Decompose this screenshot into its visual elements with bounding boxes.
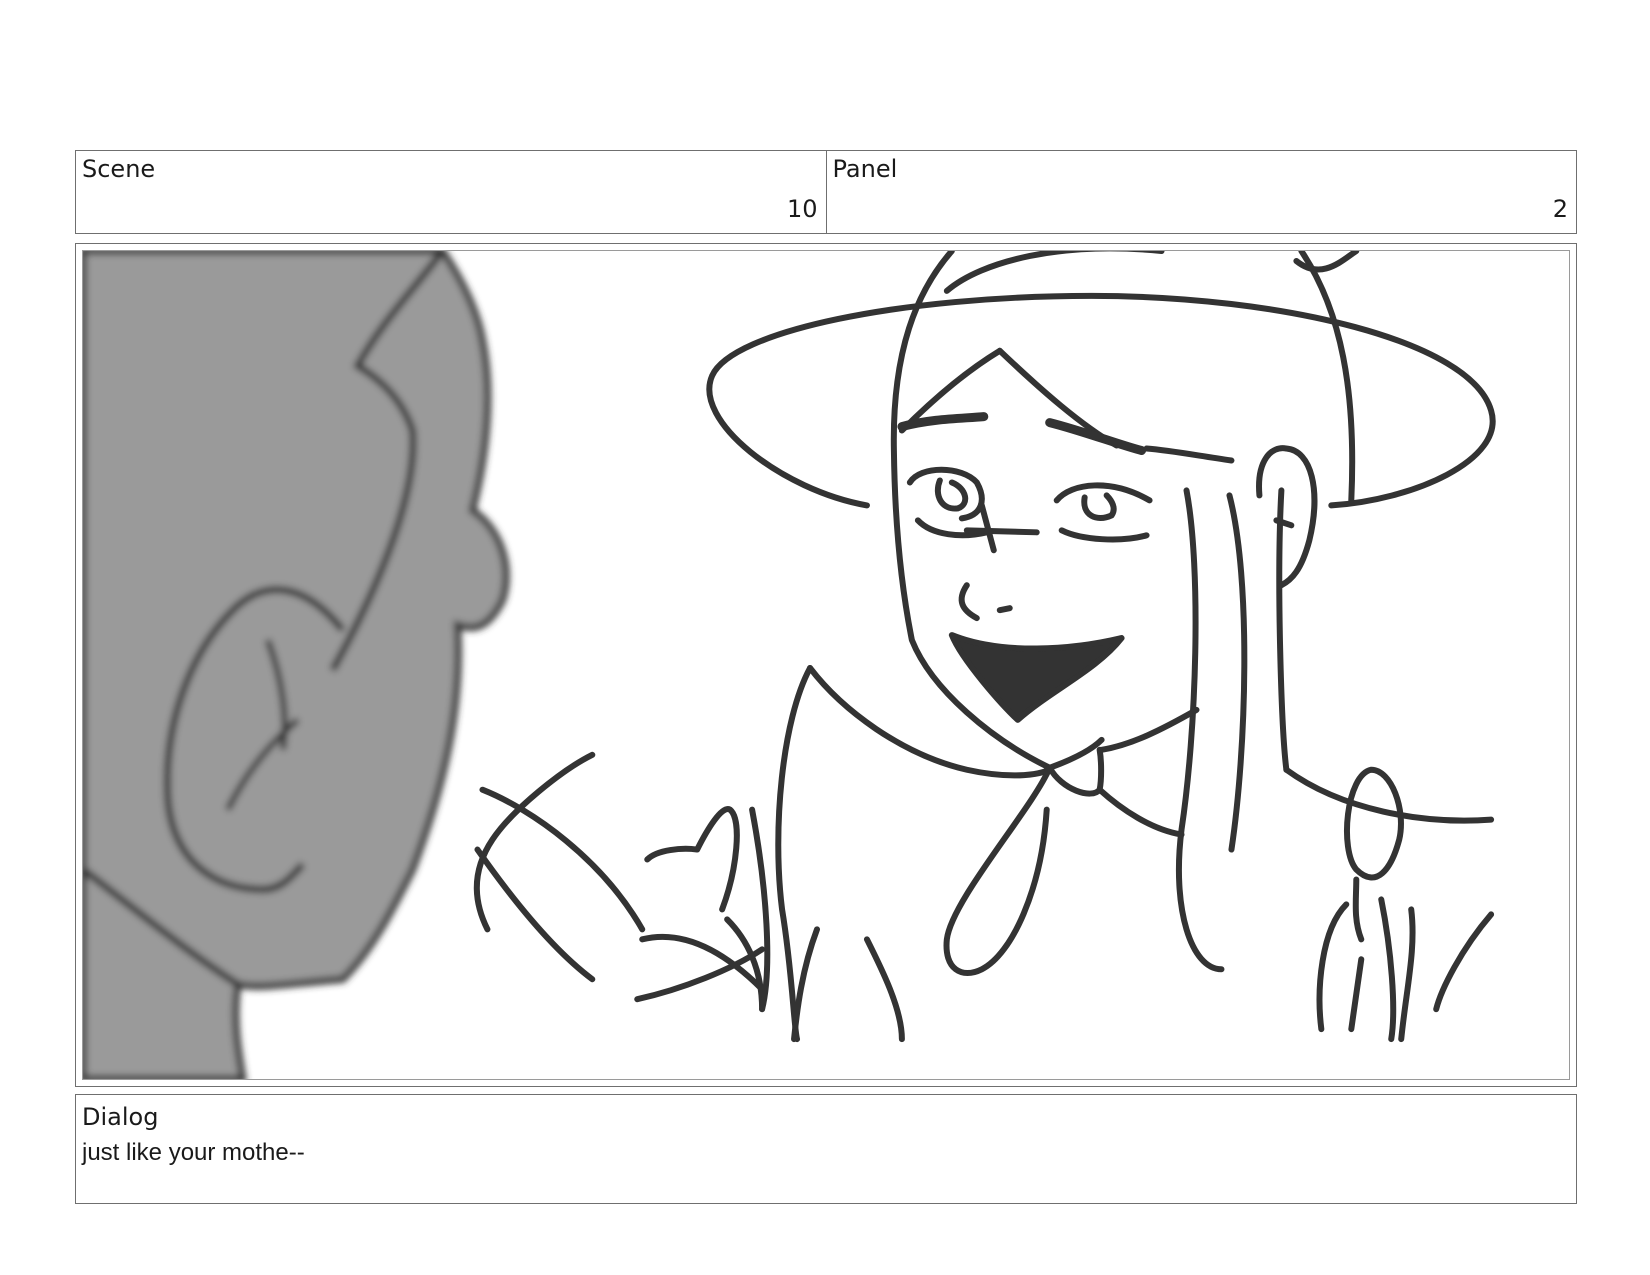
- woman-figure: [473, 251, 1496, 1043]
- dialog-text: just like your mothe--: [82, 1139, 305, 1166]
- scene-cell: Scene 10: [76, 151, 827, 233]
- scene-label: Scene: [82, 155, 156, 183]
- panel-label: Panel: [832, 155, 898, 183]
- scene-panel-header: Scene 10 Panel 2: [75, 150, 1577, 234]
- storyboard-image: [82, 250, 1570, 1080]
- storyboard-frame: [75, 243, 1577, 1087]
- foreground-head: [83, 251, 510, 1079]
- panel-number: 2: [1552, 195, 1568, 223]
- scene-number: 10: [786, 195, 818, 223]
- panel-cell: Panel 2: [827, 151, 1577, 233]
- sketch-illustration: [83, 251, 1496, 1079]
- dialog-label: Dialog: [82, 1103, 159, 1131]
- dialog-box: Dialog just like your mothe--: [75, 1094, 1577, 1204]
